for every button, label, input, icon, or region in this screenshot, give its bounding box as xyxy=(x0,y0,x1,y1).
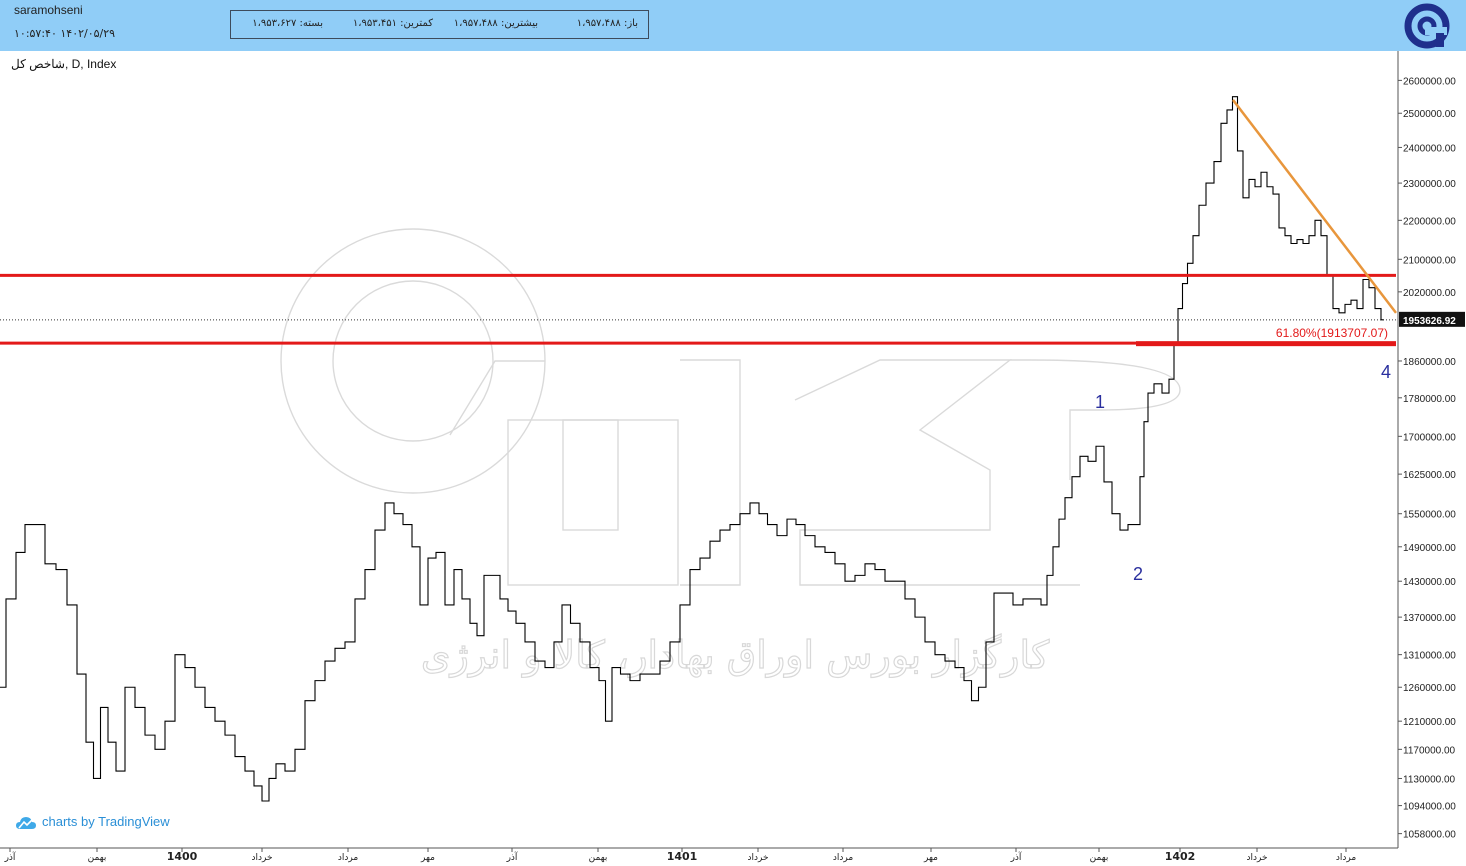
x-tick-label: بهمن xyxy=(589,853,608,863)
x-tick-label: مرداد xyxy=(338,853,358,863)
x-tick-label: خرداد xyxy=(1246,853,1267,863)
y-tick-label: 2100000.00 xyxy=(1403,255,1456,266)
y-tick-label: 2300000.00 xyxy=(1403,179,1456,190)
x-tick-label: آذر xyxy=(506,851,518,863)
y-tick-label: 1370000.00 xyxy=(1403,613,1456,624)
y-tick-label: 1260000.00 xyxy=(1403,683,1456,694)
x-tick-label: بهمن xyxy=(88,853,107,863)
y-tick-label: 1625000.00 xyxy=(1403,470,1456,481)
x-tick-label: آذر xyxy=(4,851,16,863)
x-tick-label: مرداد xyxy=(833,853,853,863)
x-tick-label: آذر xyxy=(1010,851,1022,863)
plot-area xyxy=(0,96,1384,802)
broker-logo-icon xyxy=(1402,3,1452,49)
x-tick-label: 1402 xyxy=(1165,850,1196,863)
x-tick-label: 1401 xyxy=(667,850,698,863)
trendline xyxy=(1232,99,1397,314)
x-tick-label: 1400 xyxy=(167,850,198,863)
ohlc-open: باز: ۱،۹۵۷،۴۸۸ xyxy=(576,18,638,29)
y-tick-label: 1430000.00 xyxy=(1403,577,1456,588)
analysis-overlays: 61.80%(1913707.07) 1953626.92 1 2 4 xyxy=(0,99,1465,584)
wave-label: 1 xyxy=(1095,392,1105,412)
y-tick-label: 2500000.00 xyxy=(1403,109,1456,120)
y-tick-label: 2200000.00 xyxy=(1403,216,1456,227)
y-tick-label: 1550000.00 xyxy=(1403,510,1456,521)
y-tick-label: 2400000.00 xyxy=(1403,143,1456,154)
last-price-label: 1953626.92 xyxy=(1403,316,1456,327)
watermark-text: کارگزار بورس اوراق بهادار، کالا و انرژی xyxy=(421,633,1050,678)
x-tick-label: مهر xyxy=(420,853,435,863)
y-tick-label: 1780000.00 xyxy=(1403,394,1456,405)
y-tick-label: 1490000.00 xyxy=(1403,543,1456,554)
y-tick-label: 1130000.00 xyxy=(1403,774,1456,785)
y-tick-label: 2600000.00 xyxy=(1403,76,1456,87)
ohlc-close: بسته: ۱،۹۵۳،۶۲۷ xyxy=(252,18,323,29)
y-axis[interactable]: 2600000.00 2500000.00 2400000.00 2300000.00… xyxy=(1397,51,1456,848)
ohlc-low: کمترین: ۱،۹۵۳،۴۵۱ xyxy=(352,18,433,29)
y-tick-label: 1170000.00 xyxy=(1403,745,1456,756)
x-tick-label: مهر xyxy=(923,853,938,863)
header-bar: saramohseni ۱۴۰۲/۰۵/۲۹ ۱۰:۵۷:۴۰ باز: ۱،۹… xyxy=(0,0,1466,51)
tradingview-attribution[interactable]: charts by TradingView xyxy=(16,814,170,830)
x-tick-label: بهمن xyxy=(1090,853,1109,863)
y-tick-label: 1210000.00 xyxy=(1403,717,1456,728)
broker-watermark: کارگزار بورس اوراق بهادار، کالا و انرژی xyxy=(280,228,1181,679)
fib-zone-bar xyxy=(1136,341,1396,347)
fib-label: 61.80%(1913707.07) xyxy=(1276,326,1388,340)
wave-label: 2 xyxy=(1133,564,1143,584)
wave-label: 4 xyxy=(1381,362,1391,382)
tradingview-cloud-icon xyxy=(16,816,36,829)
y-tick-label: 1310000.00 xyxy=(1403,651,1456,662)
username: saramohseni xyxy=(14,3,83,17)
timestamp: ۱۴۰۲/۰۵/۲۹ ۱۰:۵۷:۴۰ xyxy=(14,27,116,40)
y-tick-label: 2020000.00 xyxy=(1403,288,1456,299)
y-tick-label: 1058000.00 xyxy=(1403,830,1456,841)
x-axis[interactable]: آذر بهمن 1400 خرداد مرداد مهر آذر بهمن 1401 خرداد… xyxy=(0,847,1398,863)
ohlc-box: باز: ۱،۹۵۷،۴۸۸ بیشترین: ۱،۹۵۷،۴۸۸ کمترین… xyxy=(230,10,649,39)
price-line xyxy=(0,96,1384,802)
y-tick-label: 1094000.00 xyxy=(1403,802,1456,813)
y-tick-label: 1700000.00 xyxy=(1403,432,1456,443)
y-tick-label: 1860000.00 xyxy=(1403,357,1456,368)
price-chart[interactable]: کارگزار بورس اوراق بهادار، کالا و انرژی … xyxy=(0,51,1466,866)
x-tick-label: خرداد xyxy=(251,853,272,863)
attribution-text: charts by TradingView xyxy=(42,814,170,829)
ohlc-high: بیشترین: ۱،۹۵۷،۴۸۸ xyxy=(453,18,538,29)
x-tick-label: مرداد xyxy=(1336,853,1356,863)
x-tick-label: خرداد xyxy=(747,853,768,863)
